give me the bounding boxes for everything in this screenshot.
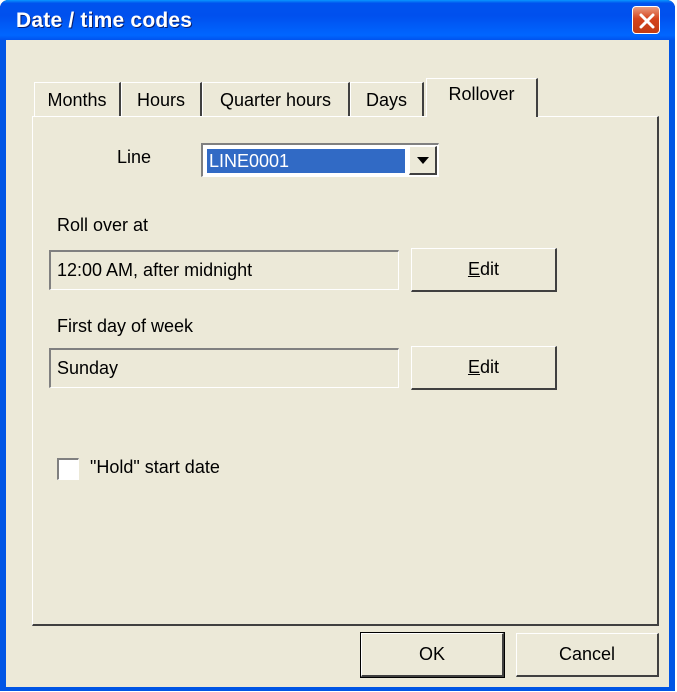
line-label: Line — [117, 147, 152, 167]
cancel-button[interactable]: Cancel — [516, 633, 659, 677]
hold-start-date-label: "Hold" start date — [90, 457, 220, 477]
tab-days-label: Days — [365, 90, 407, 110]
title-bar[interactable]: Date / time codes — [0, 0, 675, 40]
tab-hours-label: Hours — [136, 90, 185, 110]
cancel-label: Cancel — [558, 644, 616, 664]
ok-button[interactable]: OK — [360, 632, 505, 678]
tab-days[interactable]: Days — [350, 82, 424, 116]
window-border-bottom — [0, 687, 675, 691]
chevron-down-icon — [417, 157, 429, 164]
hold-start-date-checkbox[interactable] — [57, 458, 79, 480]
roll-over-label: Roll over at — [57, 215, 149, 235]
tab-hours[interactable]: Hours — [121, 82, 202, 116]
close-button[interactable] — [632, 6, 660, 34]
window-border-right — [669, 40, 675, 690]
window-title: Date / time codes — [16, 9, 193, 32]
ok-label: OK — [418, 644, 445, 664]
roll-over-field: 12:00 AM, after midnight — [49, 250, 399, 290]
roll-over-edit-button[interactable]: Edit — [411, 248, 557, 292]
first-day-field: Sunday — [49, 348, 399, 388]
tab-quarter-hours[interactable]: Quarter hours — [202, 82, 350, 116]
first-day-edit-button[interactable]: Edit — [411, 346, 557, 390]
tab-rollover[interactable]: Rollover — [426, 78, 538, 117]
tab-quarter-hours-label: Quarter hours — [219, 90, 332, 110]
roll-over-edit-label: Edit — [467, 259, 500, 279]
line-select[interactable]: LINE0001 — [201, 143, 439, 177]
close-icon — [639, 13, 655, 29]
tab-months[interactable]: Months — [34, 82, 121, 116]
tab-rollover-label: Rollover — [448, 84, 515, 104]
line-dropdown-button[interactable] — [409, 146, 437, 175]
first-day-edit-label: Edit — [467, 357, 500, 377]
first-day-label: First day of week — [57, 316, 194, 336]
line-select-value: LINE0001 — [207, 149, 405, 173]
tab-months-label: Months — [47, 90, 107, 110]
